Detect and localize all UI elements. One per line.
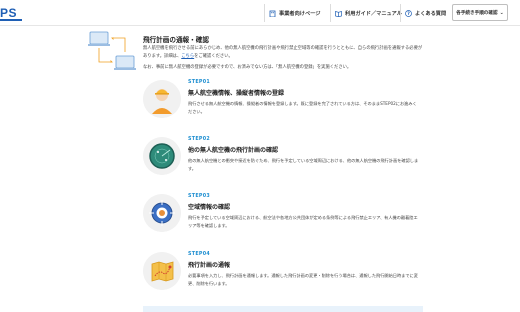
nav-link-guide[interactable]: 利用ガイド／マニュアル bbox=[335, 0, 402, 26]
site-logo[interactable]: PS bbox=[0, 6, 17, 20]
nav-link-faq[interactable]: ? よくある質問 bbox=[405, 0, 446, 26]
book-icon bbox=[335, 10, 342, 17]
step-02: STEP02 他の無人航空機の飛行計画の確認 他の無人航空機との衝突や接近を防ぐ… bbox=[143, 137, 423, 189]
intro-text-line3: をご確認ください。 bbox=[194, 54, 233, 59]
building-icon bbox=[269, 10, 276, 17]
radar-icon bbox=[143, 137, 181, 175]
step-number: STEP01 bbox=[188, 80, 210, 85]
step-description: 他の無人航空機との衝突や接近を防ぐため、飛行を予定している空域周辺における、他の… bbox=[188, 158, 419, 171]
step-title: 空域情報の確認 bbox=[188, 204, 231, 211]
step-number: STEP02 bbox=[188, 137, 210, 142]
intro-text-line1: 無人航空機を飛行させる前にあらかじめ、他の無人航空機の飛行計画や飛行禁止空域等の… bbox=[143, 46, 367, 51]
nav-link-business-label: 事業者向けページ bbox=[279, 10, 321, 17]
step-03: STEP03 空域情報の確認 飛行を予定している空域周辺における、航空法や各地方… bbox=[143, 194, 423, 246]
step-description: 飛行させる無人航空機の情報、操縦者の情報を登録します。既に登録を完了されている方… bbox=[188, 101, 417, 114]
bottom-panel-edge bbox=[143, 306, 423, 312]
chevron-down-icon: ⌄ bbox=[499, 9, 504, 16]
step-number: STEP04 bbox=[188, 252, 210, 257]
step-description: 飛行を予定している空域周辺における、航空法や各地方公共団体が定める条例等による飛… bbox=[188, 215, 418, 228]
map-icon bbox=[143, 252, 181, 290]
nav-link-faq-label: よくある質問 bbox=[415, 10, 447, 17]
intro-text: 無人航空機を飛行させる前にあらかじめ、他の無人航空機の飛行計画や飛行禁止空域等の… bbox=[143, 45, 423, 61]
flight-plan-illustration bbox=[88, 30, 136, 74]
logo-underline bbox=[0, 19, 22, 21]
nav-link-guide-label: 利用ガイド／マニュアル bbox=[345, 10, 402, 17]
step-title: 飛行計画の通報 bbox=[188, 262, 231, 269]
page-title: 飛行計画の通報・確認 bbox=[143, 36, 209, 44]
nav-divider bbox=[264, 4, 265, 22]
procedure-dropdown-label: 各手続き手順の確認 bbox=[456, 10, 498, 16]
registration-note: なお、事前に無人航空機の登録が必要ですので、お済みでない方は、「無人航空機の登録… bbox=[143, 65, 352, 70]
site-header: PS 事業者向けページ 利用ガイド／マニュアル ? よくある質問 各手続き手順の… bbox=[0, 0, 520, 26]
step-title: 無人航空機情報、操縦者情報の登録 bbox=[188, 90, 285, 97]
question-icon: ? bbox=[405, 9, 412, 17]
details-link[interactable]: こちら bbox=[181, 54, 194, 59]
target-icon bbox=[143, 194, 181, 232]
nav-divider bbox=[330, 4, 331, 22]
step-01: STEP01 無人航空機情報、操縦者情報の登録 飛行させる無人航空機の情報、操縦… bbox=[143, 80, 423, 132]
step-04: STEP04 飛行計画の通報 必要事項を入力し、飛行計画を通報します。通報した飛… bbox=[143, 252, 423, 304]
nav-divider bbox=[400, 4, 401, 22]
procedure-dropdown-button[interactable]: 各手続き手順の確認 ⌄ bbox=[452, 4, 508, 21]
nav-link-business[interactable]: 事業者向けページ bbox=[269, 0, 320, 26]
operator-icon bbox=[143, 80, 181, 118]
step-title: 他の無人航空機の飛行計画の確認 bbox=[188, 147, 279, 154]
step-number: STEP03 bbox=[188, 194, 210, 199]
svg-text:?: ? bbox=[407, 11, 410, 17]
step-description: 必要事項を入力し、飛行計画を通報します。通報した飛行計画の変更・削除を行う場合は… bbox=[188, 273, 418, 286]
